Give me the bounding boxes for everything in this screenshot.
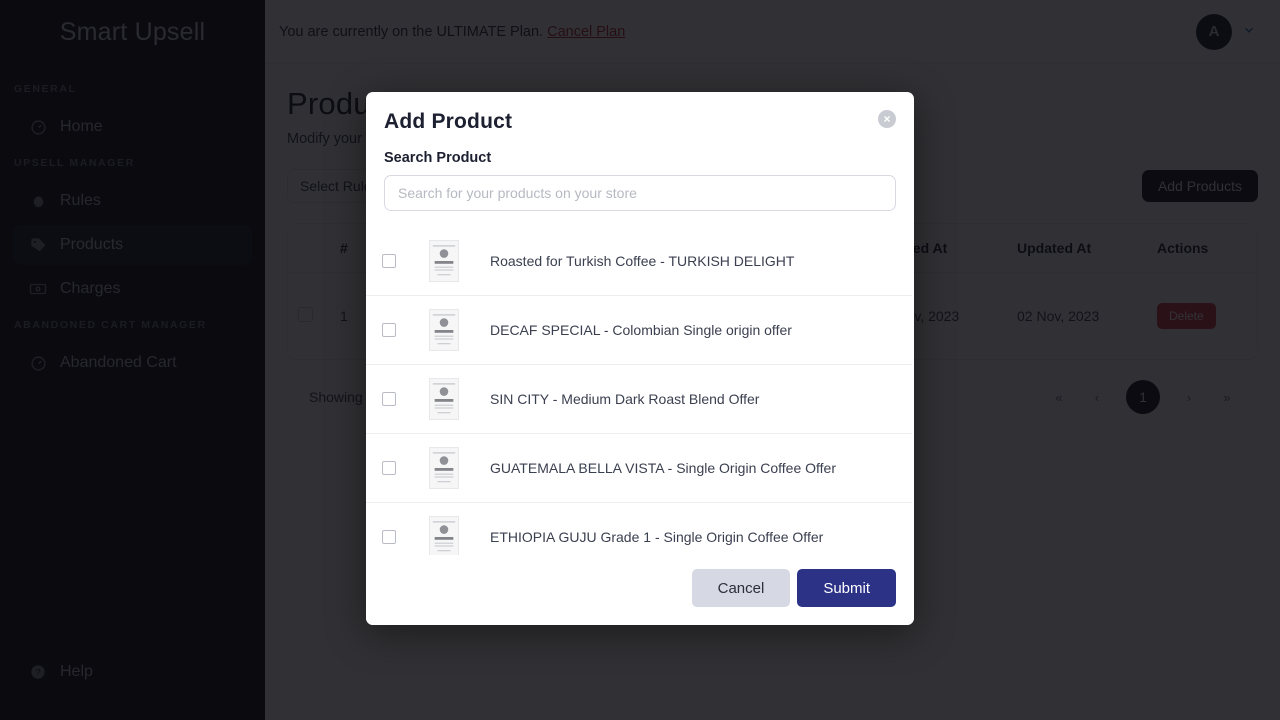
modal-title: Add Product (384, 110, 513, 133)
product-checkbox[interactable] (382, 461, 396, 475)
product-list-item[interactable]: DECAF SPECIAL - Colombian Single origin … (366, 296, 912, 365)
cancel-button[interactable]: Cancel (691, 569, 791, 607)
product-name: GUATEMALA BELLA VISTA - Single Origin Co… (490, 460, 837, 476)
product-name: Roasted for Turkish Coffee - TURKISH DEL… (490, 253, 795, 269)
product-checkbox[interactable] (382, 530, 396, 544)
product-list-item[interactable]: SIN CITY - Medium Dark Roast Blend Offer (366, 365, 912, 434)
modal-footer: Cancel Submit (366, 555, 914, 625)
product-name: SIN CITY - Medium Dark Roast Blend Offer (490, 391, 760, 407)
submit-button[interactable]: Submit (797, 569, 896, 607)
search-input[interactable] (384, 175, 896, 211)
add-product-modal: Add Product × Search Product Roasted for… (366, 92, 914, 625)
product-checkbox[interactable] (382, 323, 396, 337)
product-name: DECAF SPECIAL - Colombian Single origin … (490, 322, 792, 338)
modal-body: Search Product (366, 134, 914, 211)
product-list-item[interactable]: GUATEMALA BELLA VISTA - Single Origin Co… (366, 434, 912, 503)
product-list[interactable]: Roasted for Turkish Coffee - TURKISH DEL… (366, 227, 914, 555)
product-thumbnail (429, 378, 459, 420)
close-icon[interactable]: × (878, 110, 896, 128)
product-thumbnail (429, 240, 459, 282)
product-thumbnail (429, 309, 459, 351)
product-thumbnail (429, 447, 459, 489)
app-root: Smart Upsell GENERAL Home UPSELL MANAGER… (0, 0, 1280, 720)
search-product-label: Search Product (384, 150, 492, 166)
product-checkbox[interactable] (382, 392, 396, 406)
product-name: ETHIOPIA GUJU Grade 1 - Single Origin Co… (490, 529, 824, 545)
product-checkbox[interactable] (382, 254, 396, 268)
product-list-item[interactable]: ETHIOPIA GUJU Grade 1 - Single Origin Co… (366, 503, 912, 555)
product-thumbnail (429, 516, 459, 555)
product-list-wrap: Roasted for Turkish Coffee - TURKISH DEL… (366, 227, 914, 555)
product-list-item[interactable]: Roasted for Turkish Coffee - TURKISH DEL… (366, 227, 912, 296)
modal-header: Add Product × (366, 92, 914, 134)
